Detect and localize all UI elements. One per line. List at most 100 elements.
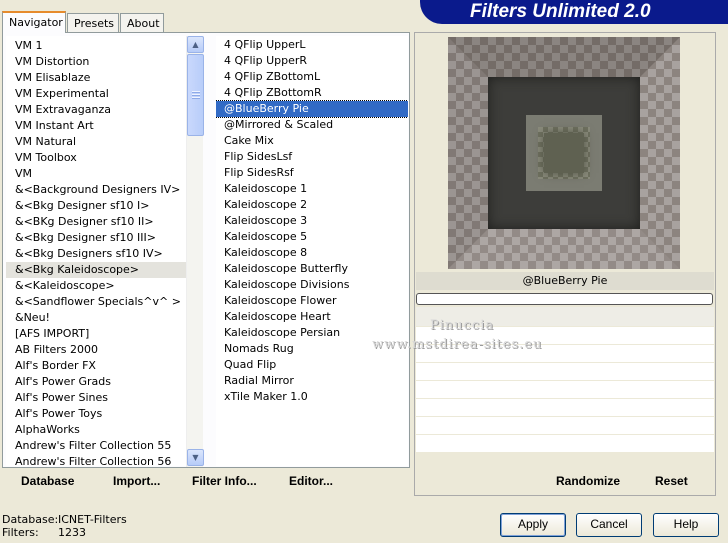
- status-filters-value: 1233: [58, 526, 86, 539]
- category-item[interactable]: VM Toolbox: [6, 150, 186, 166]
- filter-item-label: Kaleidoscope Divisions: [224, 278, 350, 291]
- category-item[interactable]: Alf's Power Toys: [6, 406, 186, 422]
- import-button[interactable]: Import...: [113, 474, 160, 488]
- category-item[interactable]: VM Elisablaze: [6, 70, 186, 86]
- filter-item[interactable]: Kaleidoscope Butterfly: [216, 261, 408, 277]
- chevron-down-icon[interactable]: ▼: [187, 449, 204, 466]
- category-item-label: &<Background Designers IV>: [15, 183, 181, 196]
- filter-list[interactable]: 4 QFlip UpperL 4 QFlip UpperR 4 QFlip ZBot…: [216, 36, 408, 466]
- status-filters-label: Filters:: [2, 526, 39, 539]
- filter-item-label: Flip SidesRsf: [224, 166, 294, 179]
- category-item-label: [AFS IMPORT]: [15, 327, 90, 340]
- category-item-label: &<Bkg Designer sf10 III>: [15, 231, 157, 244]
- category-item[interactable]: &<Kaleidoscope>: [6, 278, 186, 294]
- category-item[interactable]: VM Extravaganza: [6, 102, 186, 118]
- filter-item[interactable]: @Mirrored & Scaled: [216, 117, 408, 133]
- category-item[interactable]: AlphaWorks: [6, 422, 186, 438]
- category-item[interactable]: Alf's Power Grads: [6, 374, 186, 390]
- parameter-row: [416, 417, 714, 435]
- category-item-label: VM Instant Art: [15, 119, 94, 132]
- filter-item[interactable]: xTile Maker 1.0: [216, 389, 408, 405]
- filter-item[interactable]: 4 QFlip ZBottomR: [216, 85, 408, 101]
- tab-navigator-label: Navigator: [9, 16, 63, 29]
- category-item-label: VM 1: [15, 39, 43, 52]
- filter-item[interactable]: 4 QFlip UpperL: [216, 37, 408, 53]
- parameter-row: [416, 363, 714, 381]
- category-item[interactable]: AB Filters 2000: [6, 342, 186, 358]
- category-item-label: VM Experimental: [15, 87, 109, 100]
- filter-item[interactable]: 4 QFlip ZBottomL: [216, 69, 408, 85]
- help-button[interactable]: Help: [653, 513, 719, 537]
- category-item[interactable]: Alf's Power Sines: [6, 390, 186, 406]
- database-button[interactable]: Database: [21, 474, 74, 488]
- chevron-up-icon[interactable]: ▲: [187, 36, 204, 53]
- category-item[interactable]: &<Bkg Designer sf10 I>: [6, 198, 186, 214]
- filter-item[interactable]: Flip SidesLsf: [216, 149, 408, 165]
- filter-item[interactable]: Kaleidoscope Flower: [216, 293, 408, 309]
- tab-navigator[interactable]: Navigator: [2, 11, 66, 33]
- filter-info-button[interactable]: Filter Info...: [192, 474, 257, 488]
- filter-item[interactable]: Cake Mix: [216, 133, 408, 149]
- category-item[interactable]: &<Background Designers IV>: [6, 182, 186, 198]
- filter-item-label: Flip SidesLsf: [224, 150, 293, 163]
- filter-item[interactable]: Kaleidoscope 3: [216, 213, 408, 229]
- category-item[interactable]: &<Sandflower Specials^v^ >: [6, 294, 186, 310]
- filter-item-label: @Mirrored & Scaled: [224, 118, 334, 131]
- randomize-button[interactable]: Randomize: [556, 474, 620, 488]
- category-item-label: VM Extravaganza: [15, 103, 112, 116]
- filter-item[interactable]: Kaleidoscope 2: [216, 197, 408, 213]
- category-item[interactable]: &<BKg Designer sf10 II>: [6, 214, 186, 230]
- filter-item-label: Kaleidoscope 5: [224, 230, 308, 243]
- editor-button[interactable]: Editor...: [289, 474, 333, 488]
- category-item[interactable]: [AFS IMPORT]: [6, 326, 186, 342]
- filter-item[interactable]: Quad Flip: [216, 357, 408, 373]
- category-item[interactable]: &Neu!: [6, 310, 186, 326]
- category-item[interactable]: VM Distortion: [6, 54, 186, 70]
- category-item-label: VM Elisablaze: [15, 71, 91, 84]
- tab-about[interactable]: About: [120, 13, 164, 32]
- filter-item-label: 4 QFlip ZBottomR: [224, 86, 322, 99]
- category-list[interactable]: VM 1 VM Distortion VM Elisablaze VM Experim…: [6, 36, 186, 466]
- category-item-label: VM: [15, 167, 33, 180]
- filter-item[interactable]: Kaleidoscope Heart: [216, 309, 408, 325]
- category-scrollbar[interactable]: ▲ ▼: [186, 36, 204, 467]
- category-item[interactable]: Andrew's Filter Collection 56: [6, 454, 186, 466]
- grip-line: [192, 91, 200, 92]
- category-item[interactable]: VM Instant Art: [6, 118, 186, 134]
- category-item[interactable]: &<Bkg Designers sf10 IV>: [6, 246, 186, 262]
- filter-item[interactable]: Kaleidoscope Divisions: [216, 277, 408, 293]
- tab-presets-label: Presets: [74, 17, 115, 30]
- preview-image: [448, 37, 680, 269]
- category-item-label: &<Bkg Kaleidoscope>: [15, 263, 140, 276]
- scrollbar-thumb[interactable]: [187, 54, 204, 136]
- apply-button[interactable]: Apply: [500, 513, 566, 537]
- category-item[interactable]: Andrew's Filter Collection 55: [6, 438, 186, 454]
- category-item-label: &<Kaleidoscope>: [15, 279, 115, 292]
- filter-item-label: Radial Mirror: [224, 374, 294, 387]
- category-item[interactable]: VM: [6, 166, 186, 182]
- cancel-button[interactable]: Cancel: [576, 513, 642, 537]
- filter-item-label: Kaleidoscope Flower: [224, 294, 337, 307]
- category-item[interactable]: Alf's Border FX: [6, 358, 186, 374]
- category-item[interactable]: &<Bkg Designer sf10 III>: [6, 230, 186, 246]
- filter-item[interactable]: Kaleidoscope 5: [216, 229, 408, 245]
- filter-item[interactable]: Flip SidesRsf: [216, 165, 408, 181]
- filter-item[interactable]: Kaleidoscope 1: [216, 181, 408, 197]
- filter-item[interactable]: 4 QFlip UpperR: [216, 53, 408, 69]
- tab-presets[interactable]: Presets: [67, 13, 119, 32]
- category-item[interactable]: VM Experimental: [6, 86, 186, 102]
- filter-item-label: Kaleidoscope 8: [224, 246, 308, 259]
- filter-item[interactable]: Kaleidoscope 8: [216, 245, 408, 261]
- parameter-row: [416, 381, 714, 399]
- app-title: Filters Unlimited 2.0: [470, 1, 651, 22]
- category-item-label: &Neu!: [15, 311, 50, 324]
- category-item[interactable]: VM Natural: [6, 134, 186, 150]
- reset-button[interactable]: Reset: [655, 474, 688, 488]
- filter-item[interactable]: @BlueBerry Pie: [216, 100, 408, 118]
- filter-item[interactable]: Radial Mirror: [216, 373, 408, 389]
- filter-item-label: 4 QFlip ZBottomL: [224, 70, 321, 83]
- filter-item-label: Quad Flip: [224, 358, 277, 371]
- status-info: Database:ICNET-Filters Filters: 1233: [2, 513, 127, 539]
- category-item[interactable]: &<Bkg Kaleidoscope>: [6, 262, 186, 278]
- category-item[interactable]: VM 1: [6, 38, 186, 54]
